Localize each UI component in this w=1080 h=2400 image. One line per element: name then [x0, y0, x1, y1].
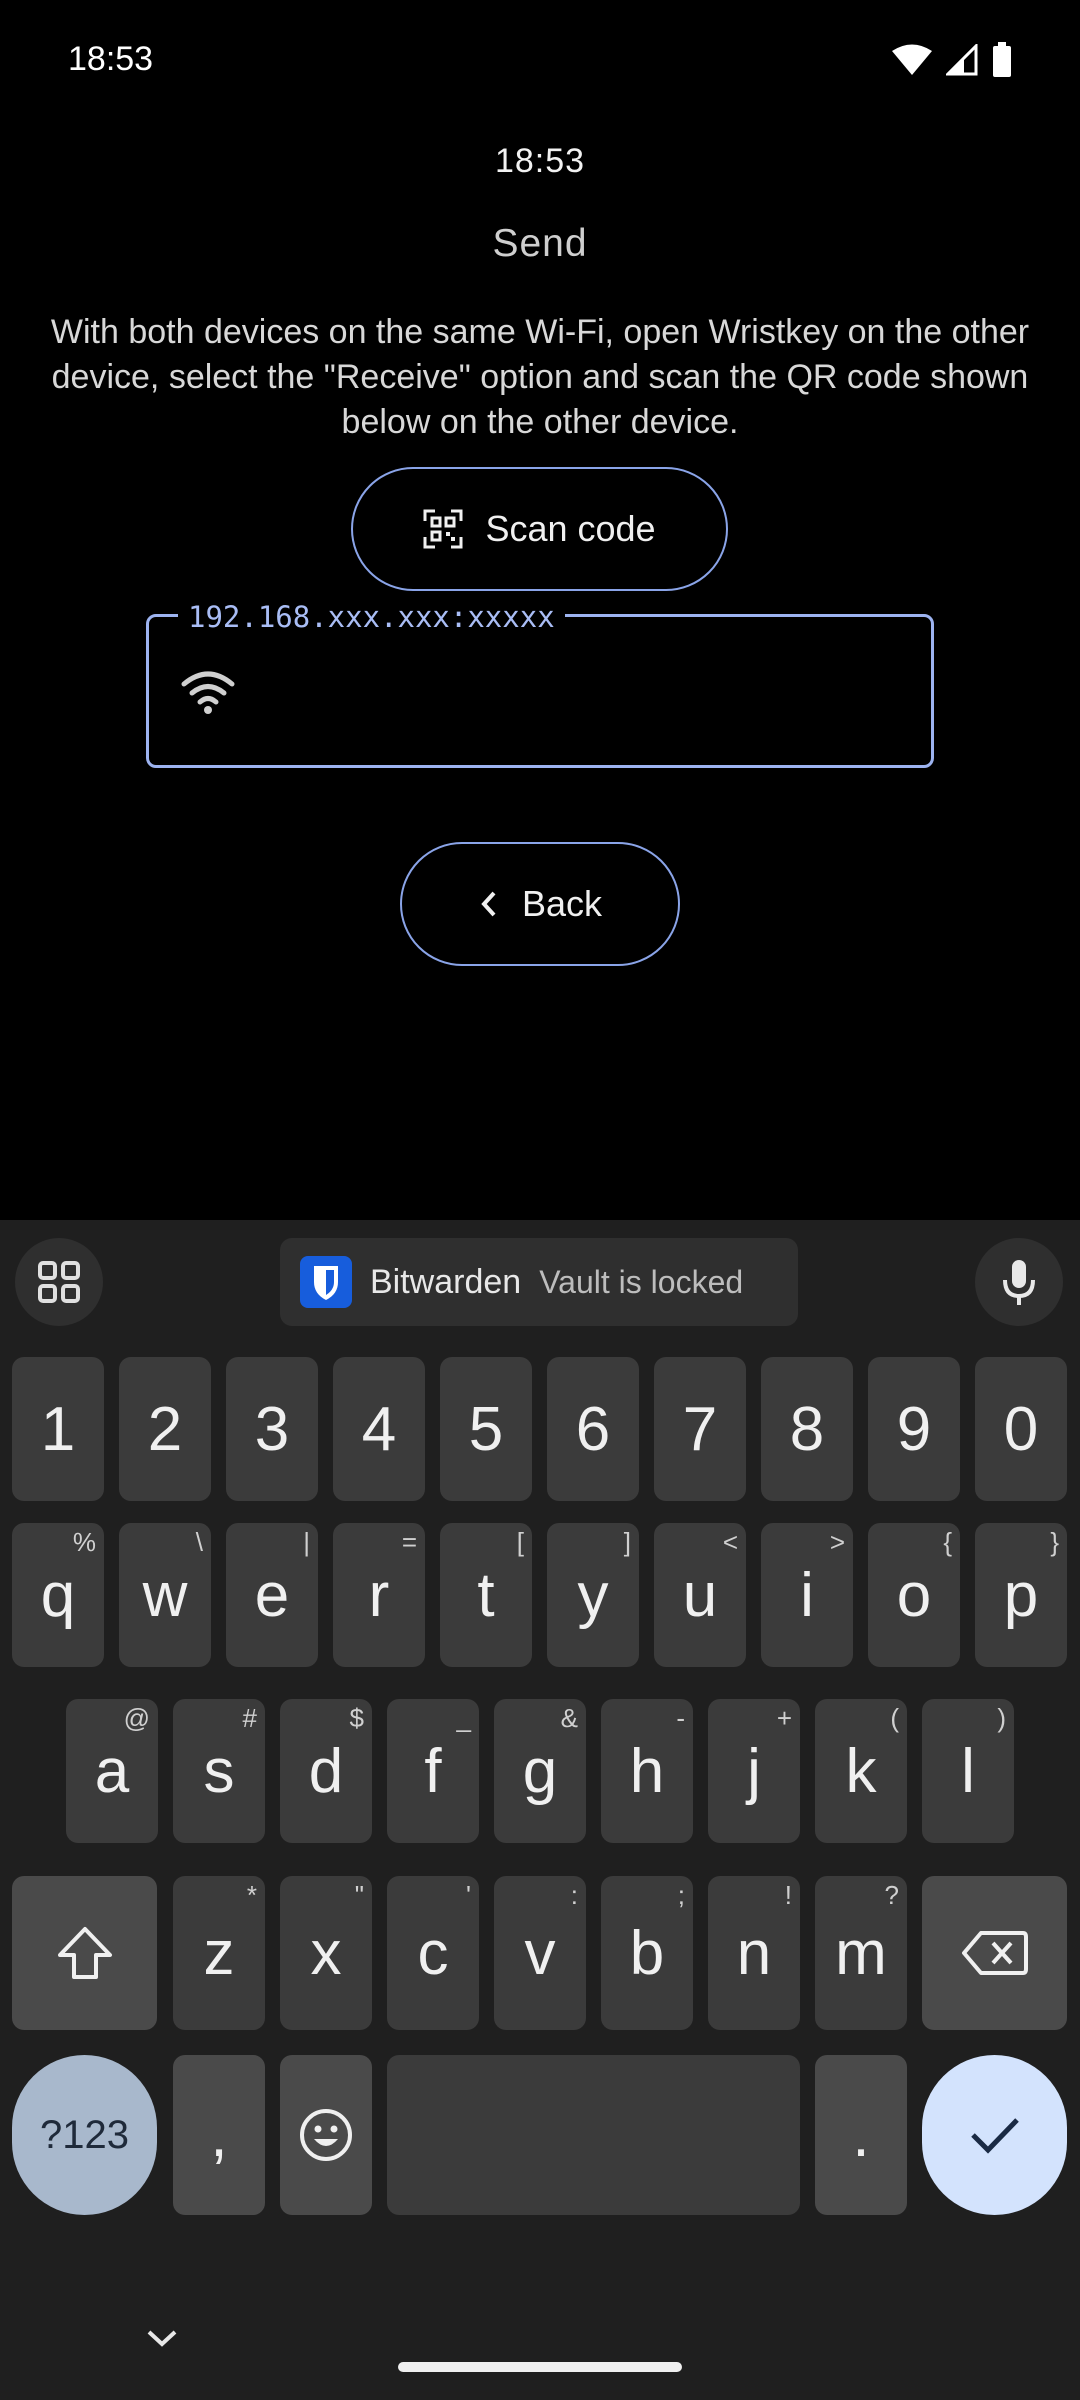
space-key[interactable] [387, 2055, 800, 2215]
key-y[interactable]: y] [547, 1523, 639, 1667]
autofill-status: Vault is locked [539, 1263, 744, 1300]
page-title: Send [492, 222, 588, 265]
status-bar-time: 18:53 [68, 40, 154, 78]
key-n[interactable]: n! [708, 1876, 800, 2030]
autofill-app-name: Bitwarden [370, 1262, 522, 1301]
instructions-text: With both devices on the same Wi-Fi, ope… [50, 313, 1030, 441]
key-i[interactable]: i > [761, 1523, 853, 1667]
address-input[interactable] [146, 614, 934, 768]
back-label: Back [521, 883, 603, 924]
key-u[interactable]: u < [654, 1523, 746, 1667]
key-5[interactable]: 5 [440, 1357, 532, 1501]
key-7[interactable]: 7 [654, 1357, 746, 1501]
wifi-icon [181, 671, 235, 714]
key-e[interactable]: e | [226, 1523, 318, 1667]
enter-key[interactable] [922, 2055, 1067, 2215]
emoji-key[interactable] [280, 2055, 372, 2215]
chevron-left-icon [481, 891, 496, 917]
shift-icon [57, 1927, 112, 1979]
cell-signal-icon [946, 44, 978, 76]
bitwarden-logo-icon [300, 1256, 352, 1308]
address-input-label: 192.168.xxx.xxx:xxxxx [178, 600, 565, 634]
key-s[interactable]: s # [173, 1699, 265, 1843]
key-2[interactable]: 2 [119, 1357, 211, 1501]
key-w[interactable]: w \ [119, 1523, 211, 1667]
autofill-suggestion-chip[interactable]: Bitwarden Vault is locked [280, 1238, 798, 1326]
qr-scan-icon [423, 509, 463, 549]
key-8[interactable]: 8 [761, 1357, 853, 1501]
checkmark-icon [970, 2118, 1019, 2154]
voice-input-button[interactable] [975, 1238, 1063, 1326]
hide-keyboard-chevron-icon[interactable] [146, 2328, 178, 2348]
keyboard-menu-button[interactable] [15, 1238, 103, 1326]
key-l[interactable]: l) [922, 1699, 1014, 1843]
key-q[interactable]: q% [12, 1523, 104, 1667]
key-h[interactable]: h- [601, 1699, 693, 1843]
key-p[interactable]: p} [975, 1523, 1067, 1667]
backspace-icon [961, 1931, 1028, 1975]
clock: 18:53 [494, 142, 586, 180]
shift-key[interactable] [12, 1876, 157, 2030]
key-x[interactable]: x " [280, 1876, 372, 2030]
period-key[interactable]: . [815, 2055, 907, 2215]
wifi-icon [892, 44, 932, 75]
key-c[interactable]: c ' [387, 1876, 479, 2030]
key-d[interactable]: d $ [280, 1699, 372, 1843]
keyboard: Bitwarden Vault is locked 1 2 3 4 5 6 7 … [0, 1220, 1080, 2400]
key-o[interactable]: o{ [868, 1523, 960, 1667]
key-r[interactable]: r = [333, 1523, 425, 1667]
scan-code-button[interactable]: Scan code [351, 467, 728, 591]
key-g[interactable]: g & [494, 1699, 586, 1843]
key-a[interactable]: a @ [66, 1699, 158, 1843]
back-button[interactable]: Back [400, 842, 680, 966]
key-0[interactable]: 0 [975, 1357, 1067, 1501]
grid-icon [38, 1261, 80, 1303]
scan-code-label: Scan code [485, 508, 656, 549]
backspace-key[interactable] [922, 1876, 1067, 2030]
key-v[interactable]: v: [494, 1876, 586, 2030]
key-9[interactable]: 9 [868, 1357, 960, 1501]
emoji-icon [300, 2109, 352, 2161]
key-t[interactable]: t[ [440, 1523, 532, 1667]
home-indicator[interactable] [398, 2362, 682, 2372]
key-z[interactable]: z * [173, 1876, 265, 2030]
key-k[interactable]: k( [815, 1699, 907, 1843]
status-bar-icons [892, 42, 1012, 78]
key-m[interactable]: m? [815, 1876, 907, 2030]
key-f[interactable]: f _ [387, 1699, 479, 1843]
battery-icon [993, 42, 1011, 77]
comma-key[interactable]: , [173, 2055, 265, 2215]
key-3[interactable]: 3 [226, 1357, 318, 1501]
key-b[interactable]: b; [601, 1876, 693, 2030]
microphone-icon [1003, 1260, 1035, 1305]
key-1[interactable]: 1 [12, 1357, 104, 1501]
key-6[interactable]: 6 [547, 1357, 639, 1501]
symbols-key[interactable]: ?123 [12, 2055, 157, 2215]
key-4[interactable]: 4 [333, 1357, 425, 1501]
key-j[interactable]: j + [708, 1699, 800, 1843]
